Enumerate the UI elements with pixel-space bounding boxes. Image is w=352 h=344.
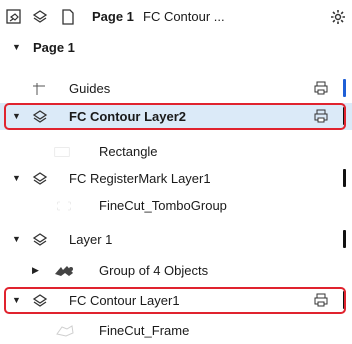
guides-icon (31, 81, 47, 97)
toolbar-document-label: FC Contour ... (143, 9, 225, 24)
layer-label: Layer 1 (69, 232, 113, 247)
expand-arrow-icon[interactable]: ▼ (12, 295, 21, 305)
layer-color-bar (343, 291, 346, 309)
group-thumbnail-icon (53, 263, 75, 279)
collapse-arrow-icon[interactable]: ▶ (32, 265, 39, 276)
object-label: Rectangle (99, 144, 158, 159)
object-label: FineCut_Frame (99, 323, 190, 338)
layer-label: FC Contour Layer1 (69, 293, 180, 308)
guides-color-bar (343, 79, 346, 97)
layer-options-icon[interactable] (6, 9, 22, 25)
tree-row-rectangle[interactable]: Rectangle (0, 138, 352, 165)
page-header-label: Page 1 (33, 40, 75, 55)
layer-color-bar (343, 230, 346, 248)
layer-icon (32, 109, 48, 125)
tree-row-finecut-tombogroup[interactable]: FineCut_TomboGroup (0, 192, 352, 219)
expand-arrow-icon[interactable]: ▼ (12, 234, 21, 244)
tree-row-fc-registermark-layer1[interactable]: ▼ FC RegisterMark Layer1 (0, 165, 352, 192)
tree-row-page-1[interactable]: ▼ Page 1 (0, 34, 352, 61)
tree-row-fc-contour-layer1[interactable]: ▼ FC Contour Layer1 (0, 287, 352, 314)
expand-arrow-icon[interactable]: ▼ (12, 42, 21, 52)
tree-row-guides[interactable]: Guides (0, 75, 352, 102)
tree-row-layer-1[interactable]: ▼ Layer 1 (0, 226, 352, 253)
layer-icon (32, 293, 48, 309)
printer-icon[interactable] (314, 293, 328, 307)
object-label: Group of 4 Objects (99, 263, 209, 278)
frame-thumbnail-icon (54, 323, 76, 339)
guides-label: Guides (69, 81, 111, 96)
layer-label: FC Contour Layer2 (69, 109, 187, 124)
tree-row-group-of-4-objects[interactable]: ▶ Group of 4 Objects (0, 257, 352, 284)
expand-arrow-icon[interactable]: ▼ (12, 173, 21, 183)
printer-icon[interactable] (314, 109, 328, 123)
layer-label: FC RegisterMark Layer1 (69, 171, 211, 186)
object-label: FineCut_TomboGroup (99, 198, 227, 213)
layer-icon (32, 232, 48, 248)
settings-gear-icon[interactable] (330, 9, 346, 25)
expand-arrow-icon[interactable]: ▼ (12, 111, 21, 121)
layer-icon (32, 171, 48, 187)
printer-icon[interactable] (314, 81, 328, 95)
layer-color-bar (343, 169, 346, 187)
rectangle-thumbnail-icon (54, 144, 70, 160)
tree-row-fc-contour-layer2[interactable]: ▼ FC Contour Layer2 (0, 103, 352, 130)
toolbar-page-label: Page 1 (92, 9, 134, 24)
page-icon[interactable] (60, 9, 76, 25)
layers-toolbar: Page 1 FC Contour ... (0, 0, 352, 34)
group-thumbnail-icon (56, 198, 72, 214)
layer-color-bar (343, 107, 346, 125)
layers-icon[interactable] (32, 9, 48, 25)
